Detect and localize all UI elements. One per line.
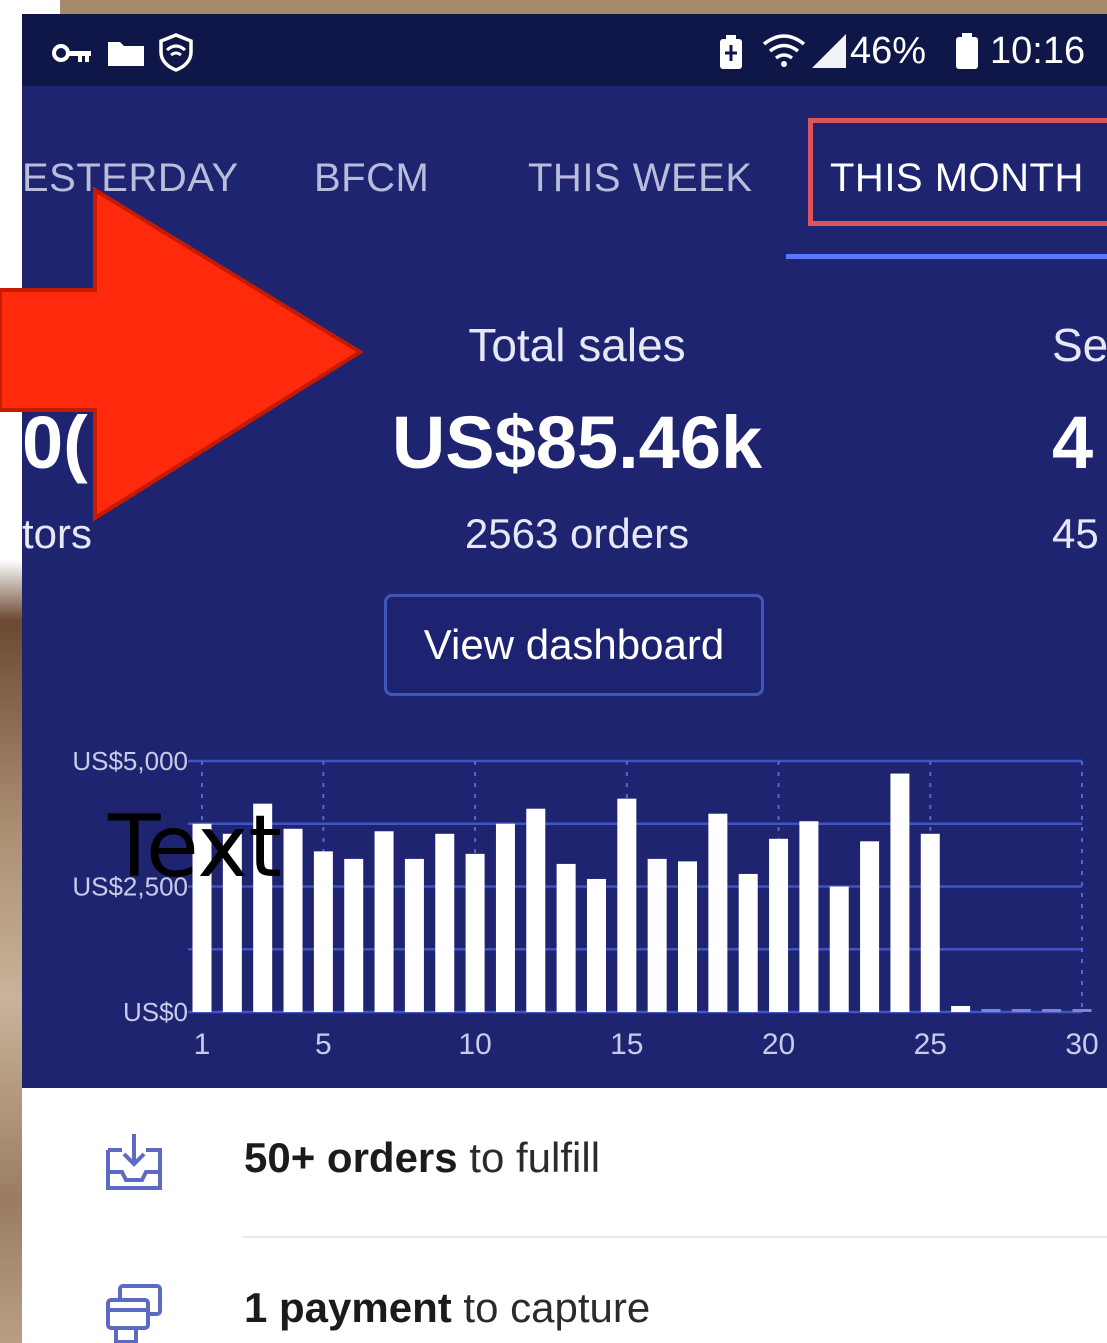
active-tab-indicator: [786, 254, 1107, 259]
x-tick-label: 20: [762, 1028, 795, 1061]
y-tick-label: US$0: [123, 997, 188, 1027]
metric-orders-count: 2563 orders: [464, 510, 690, 557]
status-bar: 46% 10:16: [22, 14, 1107, 86]
y-tick-label: US$5,000: [72, 746, 188, 776]
x-tick-label: 5: [315, 1028, 332, 1061]
battery-icon: [956, 33, 978, 69]
list-item[interactable]: 1 payment to capture: [22, 1238, 1107, 1343]
x-tick-label: 10: [458, 1028, 491, 1061]
bar: [404, 858, 424, 1012]
next-metric-value: 4: [1052, 401, 1094, 484]
bar: [647, 858, 667, 1012]
x-tick-label: 15: [610, 1028, 643, 1061]
bar: [465, 853, 485, 1012]
bar: [1072, 1008, 1092, 1012]
signal-icon: [812, 34, 846, 68]
bar: [344, 858, 364, 1012]
bar: [617, 798, 637, 1012]
list-item-text: 1 payment to capture: [244, 1284, 651, 1331]
payment-card-icon: [106, 1284, 162, 1343]
annotation-text: Text: [108, 797, 282, 897]
list-item[interactable]: 50+ orders to fulfill: [22, 1088, 1107, 1208]
annotation-arrow-icon: [0, 186, 364, 522]
metric-label: Total sales: [468, 319, 686, 371]
bar: [556, 863, 576, 1012]
task-list: 50+ orders to fulfill 1 payment to captu…: [22, 1088, 1107, 1343]
bar: [283, 828, 303, 1012]
list-item-text: 50+ orders to fulfill: [244, 1134, 601, 1181]
tab-highlight-box: [808, 118, 1107, 226]
key-icon: [52, 44, 91, 62]
metric-value: US$85.46k: [391, 401, 763, 484]
bar: [951, 1005, 971, 1012]
bar: [1042, 1008, 1062, 1012]
bar: [678, 861, 698, 1012]
bar: [374, 831, 394, 1012]
next-metric-subtext: 45: [1052, 510, 1099, 557]
tab-this-week[interactable]: THIS WEEK: [528, 156, 753, 201]
bar: [890, 773, 910, 1012]
battery-saver-icon: [720, 35, 742, 69]
clock-time: 10:16: [990, 30, 1086, 72]
folder-icon: [108, 42, 144, 66]
view-dashboard-button[interactable]: View dashboard: [384, 594, 764, 696]
bar: [586, 878, 606, 1012]
bar: [829, 886, 849, 1012]
bar: [920, 833, 940, 1012]
bar: [708, 813, 728, 1012]
bar: [526, 808, 546, 1012]
bar: [799, 821, 819, 1012]
bar: [738, 873, 758, 1012]
vpn-shield-icon: [159, 33, 193, 72]
bar: [495, 823, 515, 1012]
bar: [435, 833, 455, 1012]
bar: [860, 841, 880, 1012]
next-metric-label: Se: [1052, 319, 1107, 371]
x-tick-label: 1: [194, 1028, 211, 1061]
battery-percent: 46%: [850, 30, 927, 72]
x-tick-label: 30: [1065, 1028, 1098, 1061]
x-tick-label: 25: [914, 1028, 947, 1061]
wifi-icon: [762, 34, 806, 67]
bar: [769, 838, 789, 1012]
bar: [981, 1008, 1001, 1012]
bar: [1011, 1008, 1031, 1012]
inbox-download-icon: [106, 1134, 162, 1190]
bar: [313, 851, 333, 1012]
